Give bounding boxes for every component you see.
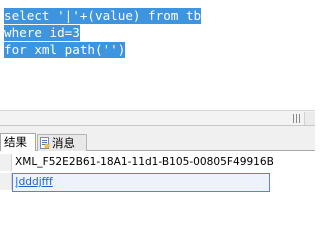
- row-selector[interactable]: [0, 173, 12, 190]
- scroll-right-button[interactable]: [304, 112, 315, 125]
- sql-editor[interactable]: select '|'+(value) from tb where id=3 fo…: [0, 0, 315, 110]
- code-line[interactable]: for xml path(''): [4, 42, 126, 58]
- xml-result-link[interactable]: |dddjfff: [15, 176, 53, 188]
- selected-text: for xml path(''): [4, 42, 126, 58]
- horizontal-scrollbar[interactable]: [0, 110, 315, 126]
- selected-text: where id=3: [4, 25, 80, 41]
- tab-results[interactable]: 结果: [0, 133, 36, 151]
- tab-messages[interactable]: 消息: [37, 134, 87, 151]
- selected-text: select '|'+(value) from tb: [4, 8, 202, 24]
- tab-messages-label: 消息: [52, 136, 75, 150]
- table-cell[interactable]: |dddjfff: [12, 173, 270, 192]
- splitter-grip-icon[interactable]: [293, 114, 302, 123]
- tab-results-label: 结果: [4, 135, 27, 149]
- column-header[interactable]: XML_F52E2B61-18A1-11d1-B105-00805F49916B: [12, 154, 274, 171]
- results-grid[interactable]: XML_F52E2B61-18A1-11d1-B105-00805F49916B…: [0, 151, 315, 208]
- code-line[interactable]: select '|'+(value) from tb: [4, 8, 202, 24]
- code-line[interactable]: where id=3: [4, 25, 80, 41]
- message-icon: [40, 137, 50, 149]
- results-tab-bar: 结果 消息: [0, 126, 315, 151]
- header-row-selector[interactable]: [0, 154, 12, 171]
